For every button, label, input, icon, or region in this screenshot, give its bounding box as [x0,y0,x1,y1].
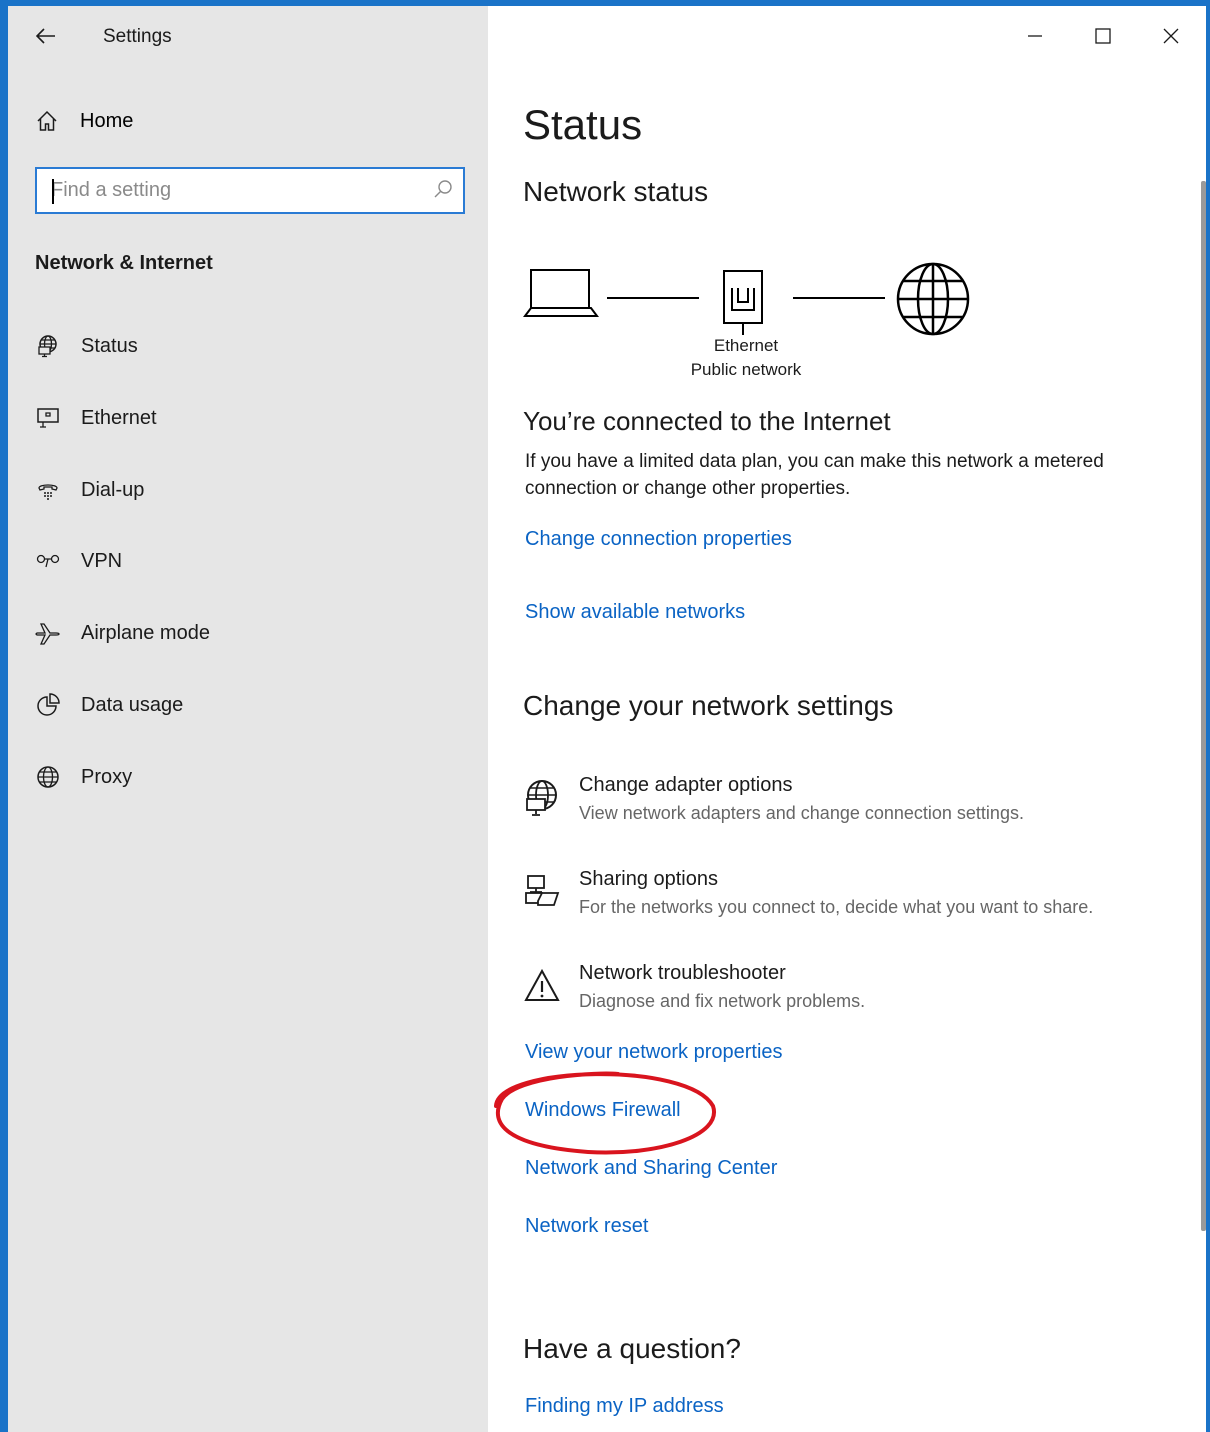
sharing-icon [525,875,560,906]
home-button[interactable]: Home [36,106,133,136]
globe-icon [37,766,59,788]
back-arrow-icon [36,28,55,44]
selection-indicator [0,326,6,366]
sidebar-item-label: Proxy [81,765,133,788]
change-adapter-options[interactable]: Change adapter options View network adap… [523,774,1183,840]
sidebar-item-label: Status [81,334,138,357]
pie-chart-icon [37,693,60,716]
sidebar-item-label: VPN [81,549,123,572]
connection-line [793,297,885,299]
internet-globe-icon [896,262,970,336]
change-settings-heading: Change your network settings [523,690,894,721]
change-connection-properties-link[interactable]: Change connection properties [525,528,792,551]
settings-window: Settings Home Network & Internet Status … [0,0,1210,1432]
maximize-icon [1095,28,1111,44]
home-icon [37,110,57,131]
search-icon[interactable] [433,179,453,199]
sidebar-item-label: Dial-up [81,478,145,501]
dial-up-phone-icon [38,484,58,500]
sidebar-item-label: Data usage [81,693,184,716]
windows-firewall-link[interactable]: Windows Firewall [525,1099,681,1122]
setting-description: For the networks you connect to, decide … [579,897,1094,917]
connected-description: If you have a limited data plan, you can… [525,451,1104,499]
sidebar-item-dial-up[interactable]: Dial-up [8,466,488,514]
ethernet-icon [37,408,59,428]
section-title: Network & Internet [35,252,213,274]
setting-description: View network adapters and change connect… [579,803,1024,823]
scrollbar[interactable] [1201,181,1206,1231]
close-icon [1163,28,1179,44]
sidebar-item-data-usage[interactable]: Data usage [8,681,488,729]
connected-heading: You’re connected to the Internet [523,406,891,436]
app-title: Settings [103,26,172,47]
laptop-icon [523,269,599,317]
sidebar: Settings Home Network & Internet Status … [8,6,488,1432]
sidebar-item-ethernet[interactable]: Ethernet [8,394,488,442]
main-content: Status Network status Ethernet Public ne… [488,6,1206,1432]
page-title: Status [523,101,643,148]
view-network-properties-link[interactable]: View your network properties [525,1041,783,1064]
network-diagram [523,256,983,346]
sidebar-item-vpn[interactable]: VPN [8,537,488,585]
finding-ip-address-link[interactable]: Finding my IP address [525,1395,724,1418]
globe-monitor-icon [38,335,57,358]
search-input[interactable] [51,175,421,206]
close-button[interactable] [1148,18,1194,54]
sidebar-item-status[interactable]: Status [8,322,488,370]
show-available-networks-link[interactable]: Show available networks [525,601,745,624]
sidebar-item-airplane-mode[interactable]: Airplane mode [8,609,488,657]
network-troubleshooter[interactable]: Network troubleshooter Diagnose and fix … [523,962,1183,1028]
network-status-heading: Network status [523,176,709,207]
sidebar-item-proxy[interactable]: Proxy [8,753,488,801]
maximize-button[interactable] [1080,18,1126,54]
home-label: Home [80,109,134,132]
airplane-icon [35,623,60,645]
sidebar-item-label: Airplane mode [81,621,210,644]
minimize-icon [1028,35,1042,37]
question-heading: Have a question? [523,1333,741,1364]
sidebar-item-label: Ethernet [81,406,157,429]
setting-description: Diagnose and fix network problems. [579,991,866,1011]
search-box[interactable] [35,167,465,214]
setting-title: Network troubleshooter [579,962,786,984]
minimize-button[interactable] [1012,18,1058,54]
network-reset-link[interactable]: Network reset [525,1215,648,1238]
network-type: Public network [690,360,802,379]
sharing-options[interactable]: Sharing options For the networks you con… [523,868,1183,934]
setting-title: Sharing options [579,868,718,890]
ethernet-port-icon [723,270,763,335]
connection-line [607,297,699,299]
back-button[interactable] [30,20,62,52]
warning-icon [524,968,560,1001]
text-caret [52,179,54,204]
network-sharing-center-link[interactable]: Network and Sharing Center [525,1157,777,1180]
setting-title: Change adapter options [579,774,793,796]
vpn-icon [36,554,60,568]
adapter-globe-icon [526,780,557,816]
connection-name: Ethernet [713,336,779,355]
